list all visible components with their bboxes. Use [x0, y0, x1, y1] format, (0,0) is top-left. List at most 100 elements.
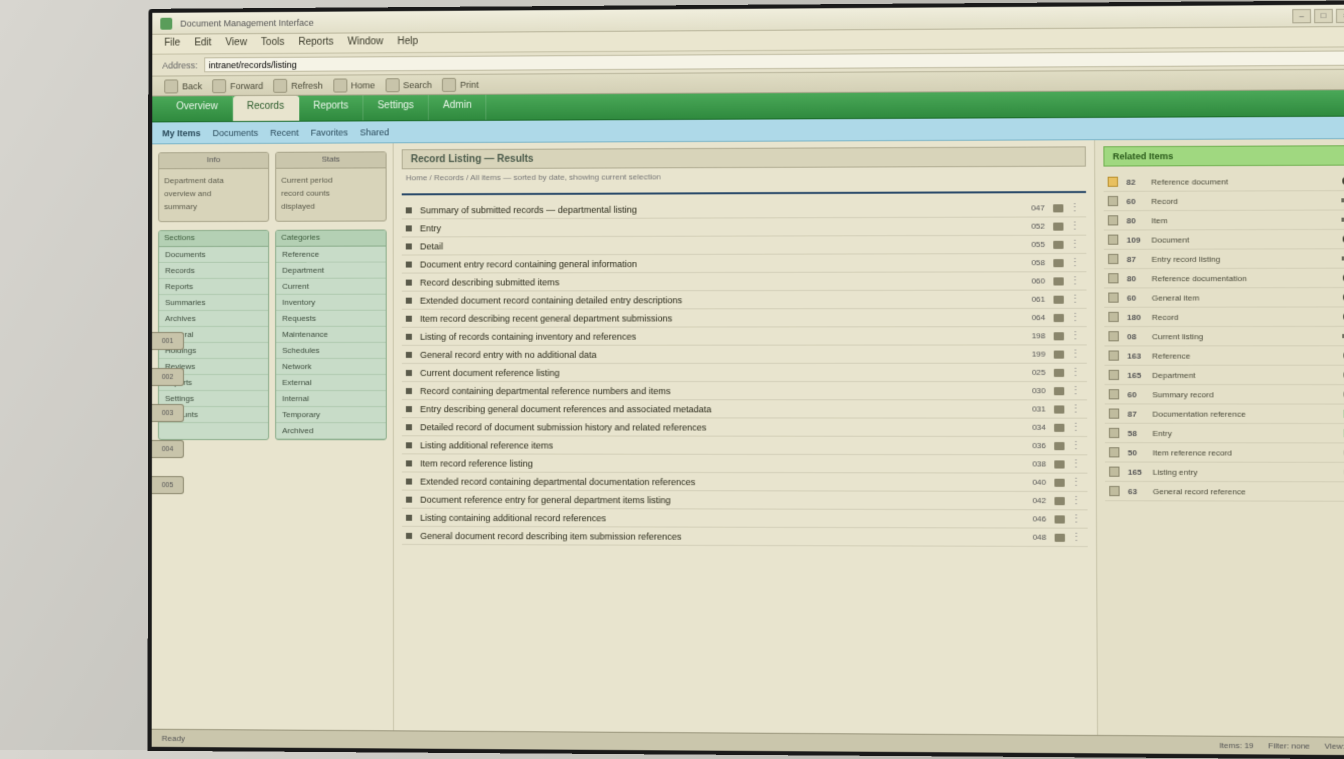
record-action-icon[interactable]	[1051, 221, 1065, 231]
category-item[interactable]: Network	[276, 358, 386, 374]
category-item[interactable]: Schedules	[276, 342, 386, 358]
more-icon[interactable]: ⋮	[1070, 294, 1082, 305]
record-row[interactable]: General record entry with no additional …	[402, 345, 1087, 364]
related-row[interactable]: 180Record	[1104, 307, 1344, 327]
record-row[interactable]: Document entry record containing general…	[402, 254, 1087, 274]
more-icon[interactable]: ⋮	[1070, 348, 1082, 359]
related-row[interactable]: 165Listing entry	[1105, 462, 1344, 482]
sublink-shared[interactable]: Shared	[360, 127, 389, 137]
sublink-favorites[interactable]: Favorites	[311, 127, 348, 137]
record-row[interactable]: Item record reference listing038⋮	[402, 454, 1088, 473]
side-tag[interactable]: 003	[152, 404, 184, 422]
record-row[interactable]: Listing additional reference items036⋮	[402, 436, 1087, 455]
record-row[interactable]: Current document reference listing025⋮	[402, 364, 1087, 382]
tab-admin[interactable]: Admin	[429, 95, 487, 120]
menu-window[interactable]: Window	[348, 36, 384, 49]
record-action-icon[interactable]	[1051, 258, 1065, 268]
record-action-icon[interactable]	[1052, 441, 1067, 451]
record-action-icon[interactable]	[1052, 459, 1067, 469]
menu-help[interactable]: Help	[397, 36, 418, 49]
record-action-icon[interactable]	[1053, 532, 1068, 542]
record-row[interactable]: General document record describing item …	[402, 527, 1088, 547]
tab-settings[interactable]: Settings	[363, 95, 429, 120]
toolbtn-home[interactable]: Home	[333, 78, 375, 92]
close-button[interactable]: ×	[1336, 8, 1344, 22]
sublink-documents[interactable]: Documents	[213, 127, 259, 137]
record-action-icon[interactable]	[1052, 422, 1067, 432]
category-item[interactable]: Archived	[276, 423, 386, 439]
record-action-icon[interactable]	[1052, 312, 1067, 322]
section-item[interactable]: Documents	[159, 246, 268, 262]
related-row[interactable]: 80Reference documentation	[1104, 269, 1344, 289]
more-icon[interactable]: ⋮	[1071, 495, 1083, 506]
more-icon[interactable]: ⋮	[1070, 239, 1082, 250]
tab-records[interactable]: Records	[233, 96, 299, 121]
record-row[interactable]: Listing containing additional record ref…	[402, 509, 1088, 529]
sublink-recent[interactable]: Recent	[270, 127, 299, 137]
more-icon[interactable]: ⋮	[1071, 440, 1083, 451]
section-item[interactable]: Archives	[159, 310, 268, 326]
related-row[interactable]: 163Reference	[1104, 346, 1344, 365]
more-icon[interactable]: ⋮	[1070, 257, 1082, 268]
record-row[interactable]: Summary of submitted records — departmen…	[402, 199, 1086, 219]
record-action-icon[interactable]	[1052, 349, 1067, 359]
category-item[interactable]: Inventory	[276, 294, 386, 310]
side-tag[interactable]: 005	[152, 476, 184, 494]
record-action-icon[interactable]	[1052, 514, 1067, 524]
more-icon[interactable]: ⋮	[1070, 312, 1082, 323]
maximize-button[interactable]: □	[1314, 8, 1333, 22]
record-action-icon[interactable]	[1051, 276, 1066, 286]
more-icon[interactable]: ⋮	[1071, 513, 1083, 524]
side-tag[interactable]: 004	[152, 440, 184, 458]
record-row[interactable]: Listing of records containing inventory …	[402, 327, 1087, 346]
record-action-icon[interactable]	[1052, 331, 1067, 341]
related-row[interactable]: 50Item reference record	[1105, 443, 1344, 463]
more-icon[interactable]: ⋮	[1070, 330, 1082, 341]
more-icon[interactable]: ⋮	[1071, 403, 1083, 414]
record-row[interactable]: Record describing submitted items060⋮	[402, 272, 1087, 291]
menu-tools[interactable]: Tools	[261, 37, 284, 50]
record-row[interactable]: Item record describing recent general de…	[402, 309, 1087, 328]
more-icon[interactable]: ⋮	[1071, 477, 1083, 488]
toolbtn-search[interactable]: Search	[385, 78, 432, 92]
address-input[interactable]	[204, 50, 1344, 72]
related-row[interactable]: 109Document	[1104, 230, 1344, 250]
menu-view[interactable]: View	[226, 37, 248, 50]
record-action-icon[interactable]	[1051, 239, 1065, 249]
related-row[interactable]: 82Reference document	[1103, 172, 1344, 192]
toolbtn-refresh[interactable]: Refresh	[273, 78, 323, 92]
more-icon[interactable]: ⋮	[1070, 367, 1082, 378]
record-action-icon[interactable]	[1052, 477, 1067, 487]
tab-reports[interactable]: Reports	[299, 95, 363, 120]
record-row[interactable]: Entry describing general document refere…	[402, 400, 1087, 419]
toolbtn-print[interactable]: Print	[442, 77, 479, 91]
related-row[interactable]: 60General item	[1104, 288, 1344, 308]
category-item[interactable]: Requests	[276, 310, 386, 326]
category-item[interactable]: Current	[276, 278, 386, 294]
related-row[interactable]: 60Record	[1104, 191, 1344, 211]
more-icon[interactable]: ⋮	[1071, 422, 1083, 433]
record-row[interactable]: Extended document record containing deta…	[402, 291, 1087, 310]
more-icon[interactable]: ⋮	[1070, 202, 1082, 213]
related-row[interactable]: 63General record reference	[1105, 482, 1344, 502]
related-row[interactable]: 80Item	[1104, 210, 1344, 230]
side-tag[interactable]: 002	[152, 368, 184, 386]
section-item[interactable]: Reports	[159, 278, 268, 294]
related-row[interactable]: 60Summary record	[1105, 385, 1344, 404]
related-row[interactable]: 87Entry record listing	[1104, 249, 1344, 269]
toolbtn-forward[interactable]: Forward	[212, 78, 263, 92]
category-item[interactable]: Internal	[276, 391, 386, 407]
toolbtn-back[interactable]: Back	[164, 79, 202, 93]
more-icon[interactable]: ⋮	[1071, 458, 1083, 469]
category-item[interactable]: Maintenance	[276, 326, 386, 342]
record-action-icon[interactable]	[1052, 404, 1067, 414]
side-tag[interactable]: 001	[152, 332, 184, 350]
record-row[interactable]: Detail055⋮	[402, 236, 1087, 256]
more-icon[interactable]: ⋮	[1070, 220, 1082, 231]
related-row[interactable]: 08Current listing	[1104, 327, 1344, 347]
more-icon[interactable]: ⋮	[1071, 532, 1083, 543]
record-row[interactable]: Document reference entry for general dep…	[402, 491, 1088, 511]
category-item[interactable]: Reference	[276, 246, 386, 262]
category-item[interactable]: Department	[276, 262, 386, 278]
record-row[interactable]: Detailed record of document submission h…	[402, 418, 1087, 437]
